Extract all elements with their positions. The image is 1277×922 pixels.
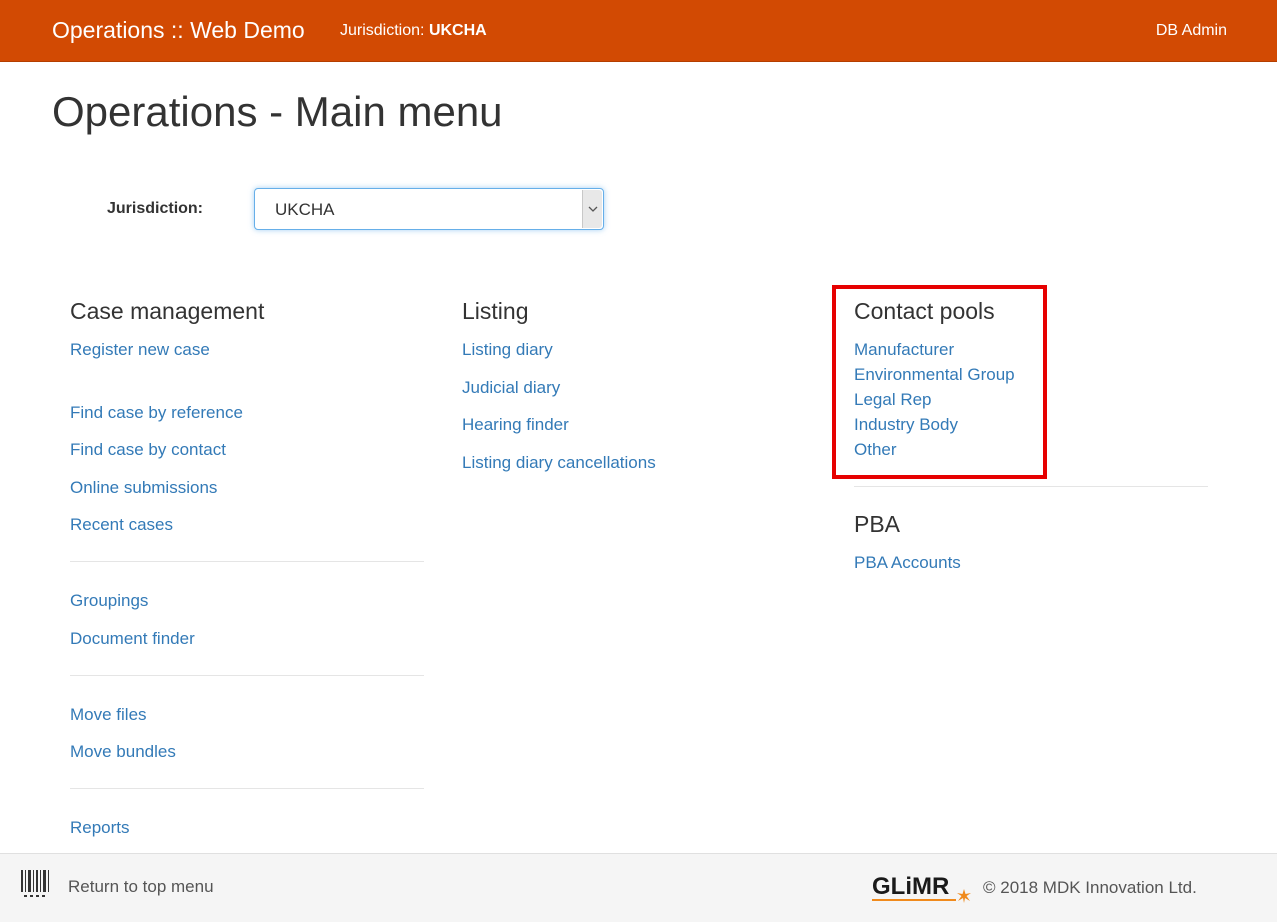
- jurisdiction-label: Jurisdiction:: [107, 200, 204, 217]
- online-submissions-link[interactable]: Online submissions: [70, 478, 217, 498]
- other-link[interactable]: Other: [854, 440, 897, 460]
- find-case-by-reference-link[interactable]: Find case by reference: [70, 403, 243, 423]
- glimr-logo-text: GLiMR: [872, 873, 949, 900]
- navbar-jurisdiction: Jurisdiction: UKCHA: [340, 22, 487, 40]
- divider: [70, 788, 424, 789]
- move-files-link[interactable]: Move files: [70, 705, 147, 725]
- footer: Return to top menu GLiMR © 2018 MDK Inno…: [0, 853, 1277, 922]
- groupings-link[interactable]: Groupings: [70, 591, 148, 611]
- listing-heading: Listing: [462, 298, 529, 324]
- environmental-group-link[interactable]: Environmental Group: [854, 365, 1015, 385]
- move-bundles-link[interactable]: Move bundles: [70, 742, 176, 762]
- divider: [854, 486, 1208, 487]
- listing-diary-cancellations-link[interactable]: Listing diary cancellations: [462, 453, 656, 473]
- judicial-diary-link[interactable]: Judicial diary: [462, 378, 560, 398]
- find-case-by-contact-link[interactable]: Find case by contact: [70, 440, 226, 460]
- chevron-down-icon: [588, 206, 598, 212]
- contact-pools-heading: Contact pools: [854, 298, 995, 324]
- industry-body-link[interactable]: Industry Body: [854, 415, 958, 435]
- return-to-top-menu-link[interactable]: Return to top menu: [68, 877, 214, 897]
- glimr-logo: GLiMR: [872, 873, 971, 903]
- register-new-case-link[interactable]: Register new case: [70, 340, 210, 360]
- manufacturer-link[interactable]: Manufacturer: [854, 340, 954, 360]
- divider: [70, 675, 424, 676]
- legal-rep-link[interactable]: Legal Rep: [854, 390, 932, 410]
- user-menu-link[interactable]: DB Admin: [1156, 22, 1227, 40]
- brand-link[interactable]: Operations :: Web Demo: [52, 17, 305, 44]
- divider: [70, 561, 424, 562]
- select-dropdown-button[interactable]: [582, 190, 602, 228]
- spark-icon: [957, 889, 971, 903]
- hearing-finder-link[interactable]: Hearing finder: [462, 415, 569, 435]
- copyright-text: © 2018 MDK Innovation Ltd.: [983, 878, 1197, 897]
- pba-accounts-link[interactable]: PBA Accounts: [854, 553, 961, 573]
- navbar-jurisdiction-value: UKCHA: [428, 22, 487, 39]
- top-navbar: Operations :: Web Demo Jurisdiction: UKC…: [0, 0, 1277, 62]
- jurisdiction-select[interactable]: UKCHA: [254, 188, 604, 230]
- recent-cases-link[interactable]: Recent cases: [70, 515, 173, 535]
- case-management-heading: Case management: [70, 298, 265, 324]
- barcode-icon[interactable]: [21, 869, 51, 899]
- jurisdiction-selected-value: UKCHA: [275, 200, 335, 219]
- pba-heading: PBA: [854, 511, 901, 537]
- listing-diary-link[interactable]: Listing diary: [462, 340, 553, 360]
- reports-link[interactable]: Reports: [70, 818, 130, 838]
- page-title: Operations - Main menu: [52, 88, 503, 135]
- document-finder-link[interactable]: Document finder: [70, 629, 195, 649]
- navbar-jurisdiction-label: Jurisdiction:: [340, 22, 425, 39]
